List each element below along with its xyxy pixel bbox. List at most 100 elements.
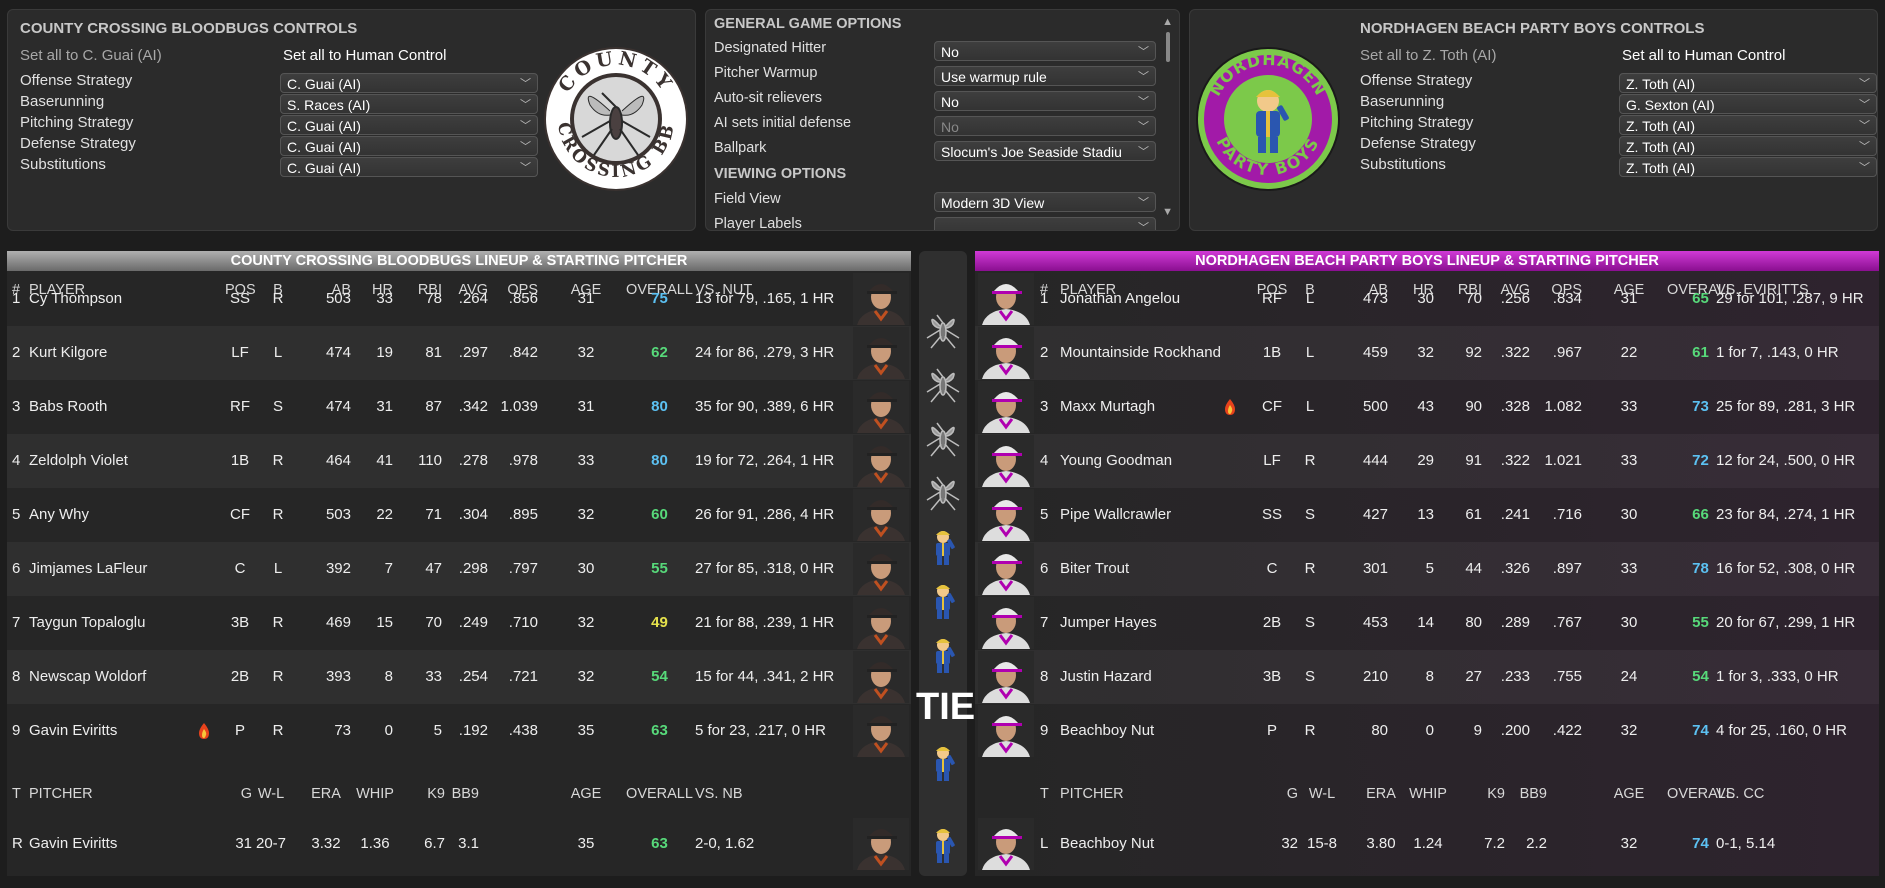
away-player-vs: 20 for 67, .299, 1 HR <box>1716 614 1856 631</box>
away-pitcher-header-g[interactable]: G <box>1265 786 1298 804</box>
away-player-b: L <box>1305 290 1315 307</box>
home_controls-select-4[interactable]: C. Guai (AI) ﹀ <box>280 157 538 177</box>
home_controls-select-3[interactable]: C. Guai (AI) ﹀ <box>280 136 538 156</box>
set-all-ai-button[interactable]: Set all to C. Guai (AI) <box>20 47 162 64</box>
away-pitcher-header-age[interactable]: AGE <box>1613 786 1645 804</box>
chevron-down-icon: ﹀ <box>1859 162 1870 174</box>
home-player-rbi: 70 <box>425 614 442 631</box>
home-pitcher-header-whip[interactable]: WHIP <box>347 786 403 804</box>
home-pitcher-header-era[interactable]: ERA <box>303 786 349 804</box>
away-pitcher-k9: 7.2 <box>1484 835 1505 852</box>
table-row[interactable]: 1 Jonathan Angelou RF L 473 30 70.256.834 31 65 2… <box>975 272 1879 326</box>
table-row[interactable]: 1 Cy Thompson SS R 503 33 78.264.856 31 75 13 for… <box>7 272 911 326</box>
home_controls-select-0[interactable]: C. Guai (AI) ﹀ <box>280 73 538 93</box>
table-row[interactable]: 5 Pipe Wallcrawler SS S 427 13 61.241.716 30 66 2… <box>975 488 1879 542</box>
home-pitcher-header-wl[interactable]: W-L <box>247 786 295 804</box>
away_controls-select-1[interactable]: G. Sexton (AI) ﹀ <box>1619 94 1877 114</box>
away-set-all-human-button[interactable]: Set all to Human Control <box>1622 47 1785 64</box>
general-options-heading: GENERAL GAME OPTIONS <box>714 16 902 32</box>
table-row[interactable]: 2 Mountainside Rockhand 1B L 459 32 92 .322 .967… <box>975 326 1879 380</box>
viewing-select-1[interactable]: ﹀ <box>934 217 1156 230</box>
table-row[interactable]: 7 Jumper Hayes 2B S 453 14 80.289.767 30 55 20 fo… <box>975 596 1879 650</box>
scroll-up-icon[interactable]: ▲ <box>1162 16 1173 28</box>
scroll-down-icon[interactable]: ▼ <box>1162 206 1173 218</box>
table-row[interactable]: 4 Young Goodman LF R 444 29 91.322 1.021 33 72 12 … <box>975 434 1879 488</box>
home_controls-select-1[interactable]: S. Races (AI) ﹀ <box>280 94 538 114</box>
away-pitcher-header-t[interactable]: T <box>1040 786 1054 804</box>
chevron-down-icon: ﹀ <box>520 141 531 153</box>
away-player-num: 2 <box>1040 344 1049 361</box>
set-all-human-button[interactable]: Set all to Human Control <box>283 47 446 64</box>
table-row[interactable]: 3 Maxx Murtagh CF L 500 43 90.328 1.082 33 73 25 f… <box>975 380 1879 434</box>
away_controls-select-0[interactable]: Z. Toth (AI) ﹀ <box>1619 73 1877 93</box>
table-row[interactable]: 6 Biter Trout C R 301 5 44.326.897 33 78 16 for 5… <box>975 542 1879 596</box>
home_controls-select-2[interactable]: C. Guai (AI) ﹀ <box>280 115 538 135</box>
player-avatar <box>853 273 909 325</box>
tie-label: TIE <box>916 686 976 728</box>
away-pitcher-header-era[interactable]: ERA <box>1358 786 1404 804</box>
home-pitcher-header-pitcher[interactable]: PITCHER <box>29 786 149 804</box>
away-pitcher-header-wl[interactable]: W-L <box>1298 786 1346 804</box>
home-pitcher-header-bb9[interactable]: BB9 <box>437 786 479 804</box>
option-select-4[interactable]: Slocum's Joe Seaside Stadiu ﹀ <box>934 141 1156 161</box>
table-row[interactable]: 8 Newscap Woldorf 2B R 393 8 33.254.721 32 54 15 … <box>7 650 911 704</box>
away_controls-select-3[interactable]: Z. Toth (AI) ﹀ <box>1619 136 1877 156</box>
table-row[interactable]: 9 Gavin Eviritts P R 73 0 5.192.438 35 63 5 for 2… <box>7 704 911 758</box>
away-pitcher-header-k9[interactable]: K9 <box>1465 786 1505 804</box>
away_controls-select-4[interactable]: Z. Toth (AI) ﹀ <box>1619 157 1877 177</box>
home-pitcher-header-vs[interactable]: VS. NB <box>695 786 795 804</box>
home-player-name: Any Why <box>29 506 90 523</box>
away_controls-label-4: Substitutions <box>1360 156 1446 173</box>
scrollbar-thumb[interactable] <box>1166 32 1170 62</box>
table-row[interactable]: 6 Jimjames LaFleur C L 392 7 47.298.797 30 55 27 … <box>7 542 911 596</box>
home-player-rbi: 81 <box>425 344 442 361</box>
home-player-ops: .895 <box>508 506 538 523</box>
home-pitcher-vs: 2-0, 1.62 <box>695 835 755 852</box>
table-row[interactable]: 2 Kurt Kilgore LF L 474 19 81.297.842 32 62 24 fo… <box>7 326 911 380</box>
away-pitcher-age: 32 <box>1620 835 1638 852</box>
away-pitcher-header-whip[interactable]: WHIP <box>1400 786 1456 804</box>
away-pitcher-header-bb9[interactable]: BB9 <box>1505 786 1547 804</box>
option-select-1[interactable]: Use warmup rule ﹀ <box>934 66 1156 86</box>
away-player-b: R <box>1304 722 1316 739</box>
away-player-num: 7 <box>1040 614 1049 631</box>
player-avatar <box>978 381 1034 433</box>
away-player-age: 30 <box>1620 614 1638 631</box>
home-pitcher-era: 3.32 <box>311 835 341 852</box>
option-select-2[interactable]: No ﹀ <box>934 91 1156 111</box>
home-pitcher-header-t[interactable]: T <box>12 786 26 804</box>
viewing-select-0[interactable]: Modern 3D View ﹀ <box>934 192 1156 212</box>
table-row[interactable]: 8 Justin Hazard 3B S 210 8 27.233.755 24 54 1 for… <box>975 650 1879 704</box>
away_controls-select-2[interactable]: Z. Toth (AI) ﹀ <box>1619 115 1877 135</box>
away-player-name: Jonathan Angelou <box>1060 290 1181 307</box>
away-set-all-ai-button[interactable]: Set all to Z. Toth (AI) <box>1360 47 1496 64</box>
away-pitcher-header-pitcher[interactable]: PITCHER <box>1060 786 1180 804</box>
away-player-hr: 5 <box>1425 560 1434 577</box>
table-row[interactable]: 3 Babs Rooth RF S 474 31 87.342 1.039 31 80 35 for… <box>7 380 911 434</box>
away-player-pos: 1B <box>1262 344 1282 361</box>
table-row[interactable]: 4 Zeldolph Violet 1B R 464 41 110.278.978 33 80 1… <box>7 434 911 488</box>
home-player-b: S <box>272 398 283 415</box>
pitcher-avatar <box>978 818 1034 870</box>
chevron-down-icon: ﹀ <box>1859 78 1870 90</box>
table-row[interactable]: 9 Beachboy Nut P R 80 0 9.200.422 32 74 4 for 25,… <box>975 704 1879 758</box>
away-player-pos: P <box>1266 722 1277 739</box>
away-player-age: 33 <box>1620 398 1638 415</box>
home-player-b: R <box>272 506 284 523</box>
home-pitcher-header-age[interactable]: AGE <box>570 786 602 804</box>
pitcher-row[interactable]: L Beachboy Nut 32 15-8 3.80 1.24 7.2 2.2 32 74 0-1… <box>975 817 1879 871</box>
pitcher-row[interactable]: R Gavin Eviritts 31 20-7 3.32 1.36 6.7 3.1 35 63 2… <box>7 817 911 871</box>
option-select-0[interactable]: No ﹀ <box>934 41 1156 61</box>
home-pitcher-header-overall[interactable]: OVERALL <box>617 786 702 804</box>
viewing-options-heading: VIEWING OPTIONS <box>714 166 847 182</box>
player-avatar <box>853 705 909 757</box>
home-player-age: 35 <box>577 722 595 739</box>
player-avatar <box>853 327 909 379</box>
table-row[interactable]: 5 Any Why CF R 503 22 71.304.895 32 60 26 for 91,… <box>7 488 911 542</box>
home-player-pos: RF <box>230 398 250 415</box>
table-row[interactable]: 7 Taygun Topaloglu 3B R 469 15 70.249.710 32 49 2… <box>7 596 911 650</box>
home-controls-panel: COUNTY CROSSING BLOODBUGS CONTROLS Set a… <box>7 9 696 231</box>
player-avatar <box>853 435 909 487</box>
away-player-hr: 14 <box>1417 614 1434 631</box>
away-pitcher-header-vs[interactable]: VS. CC <box>1716 786 1816 804</box>
